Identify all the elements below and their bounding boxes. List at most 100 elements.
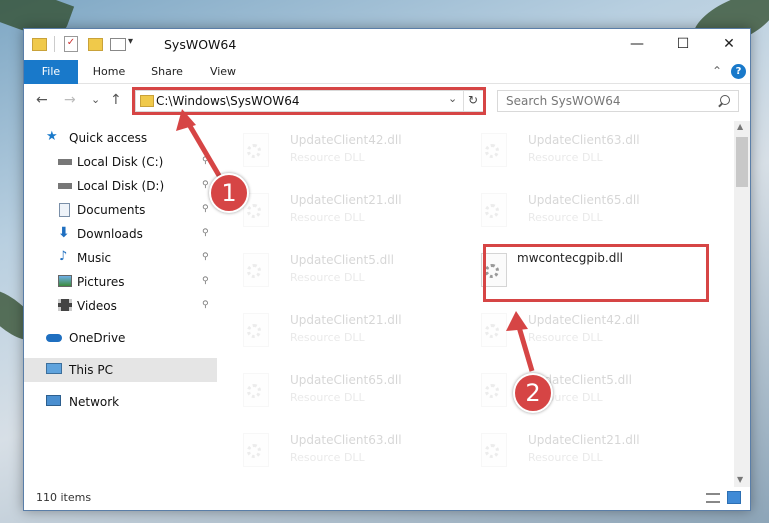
sidebar-item-music[interactable]: ♪ Music ⚲ xyxy=(24,246,217,270)
list-item[interactable]: UpdateClient65.dll Resource DLL xyxy=(229,369,454,425)
sidebar-item-this-pc[interactable]: This PC xyxy=(24,358,217,382)
list-item[interactable]: UpdateClient5.dll Resource DLL xyxy=(229,249,454,305)
recent-locations-button[interactable]: ⌄ xyxy=(91,93,100,106)
sidebar-item-onedrive[interactable]: OneDrive xyxy=(24,326,217,350)
sidebar-item-label: Pictures xyxy=(77,275,125,289)
sidebar-item-label: This PC xyxy=(69,363,113,377)
file-name: UpdateClient42.dll xyxy=(528,313,640,327)
gear-icon xyxy=(247,264,261,278)
sidebar-item-label: OneDrive xyxy=(69,331,126,345)
properties-icon[interactable]: ✓ xyxy=(64,36,78,52)
file-name: UpdateClient21.dll xyxy=(528,433,640,447)
file-name: UpdateClient21.dll xyxy=(290,193,402,207)
gear-icon xyxy=(247,144,261,158)
file-type: Resource DLL xyxy=(528,331,603,344)
vertical-scrollbar[interactable]: ▲ ▼ xyxy=(734,121,750,487)
list-item[interactable]: UpdateClient63.dll Resource DLL xyxy=(229,429,454,485)
file-name: UpdateClient5.dll xyxy=(290,253,394,267)
list-item[interactable]: UpdateClient63.dll Resource DLL xyxy=(467,129,692,185)
pin-icon: ⚲ xyxy=(202,228,209,238)
file-type: Resource DLL xyxy=(290,391,365,404)
file-type: Resource DLL xyxy=(528,211,603,224)
tab-home[interactable]: Home xyxy=(84,60,134,83)
downloads-icon: ⬇ xyxy=(58,225,70,241)
tab-share[interactable]: Share xyxy=(141,60,193,83)
details-view-icon[interactable] xyxy=(706,493,720,503)
scroll-up-icon[interactable]: ▲ xyxy=(737,122,743,131)
gear-icon xyxy=(247,444,261,458)
customize-toolbar-icon[interactable] xyxy=(110,38,126,51)
gear-icon xyxy=(485,144,499,158)
gear-icon xyxy=(247,384,261,398)
sidebar-item-downloads[interactable]: ⬇ Downloads ⚲ xyxy=(24,222,217,246)
sidebar-item-documents[interactable]: Documents ⚲ xyxy=(24,198,217,222)
documents-icon xyxy=(59,203,70,217)
ribbon-collapse-icon[interactable]: ⌃ xyxy=(712,64,722,78)
dll-file-icon xyxy=(243,133,269,167)
title-bar: ✓ ▾ SysWOW64 — ☐ ✕ xyxy=(24,29,750,60)
sidebar-item-pictures[interactable]: Pictures ⚲ xyxy=(24,270,217,294)
gear-icon xyxy=(485,324,499,338)
pin-icon: ⚲ xyxy=(202,276,209,286)
file-name: UpdateClient63.dll xyxy=(528,133,640,147)
toolbar-dropdown-icon[interactable]: ▾ xyxy=(128,36,133,47)
sidebar-item-label: Documents xyxy=(77,203,146,217)
new-folder-icon[interactable] xyxy=(88,38,103,51)
dll-file-icon xyxy=(243,253,269,287)
list-item[interactable]: UpdateClient42.dll Resource DLL xyxy=(229,129,454,185)
tab-view[interactable]: View xyxy=(200,60,246,83)
close-button[interactable]: ✕ xyxy=(706,29,750,60)
list-item[interactable]: UpdateClient21.dll Resource DLL xyxy=(229,189,454,245)
file-name: UpdateClient21.dll xyxy=(290,313,402,327)
list-item[interactable]: UpdateClient21.dll Resource DLL xyxy=(229,309,454,365)
sidebar-item-label: Network xyxy=(69,395,120,409)
help-icon[interactable]: ? xyxy=(731,64,746,79)
dll-file-icon xyxy=(243,433,269,467)
sidebar-item-network[interactable]: Network xyxy=(24,390,217,414)
gear-icon xyxy=(485,384,499,398)
sidebar-item-videos[interactable]: Videos ⚲ xyxy=(24,294,217,318)
search-icon-handle xyxy=(718,102,723,108)
search-placeholder: Search SysWOW64 xyxy=(506,94,621,108)
drive-icon xyxy=(58,183,72,189)
gear-icon xyxy=(485,204,499,218)
file-type: Resource DLL xyxy=(290,331,365,344)
file-name: UpdateClient63.dll xyxy=(290,433,402,447)
file-name: UpdateClient65.dll xyxy=(528,193,640,207)
list-item[interactable]: UpdateClient65.dll Resource DLL xyxy=(467,189,692,245)
file-type: Resource DLL xyxy=(528,151,603,164)
maximize-button[interactable]: ☐ xyxy=(660,29,706,60)
star-icon: ★ xyxy=(46,129,58,144)
dll-file-icon xyxy=(481,373,507,407)
forward-button[interactable]: → xyxy=(64,92,76,108)
search-box[interactable]: Search SysWOW64 xyxy=(497,90,739,112)
up-button[interactable]: ↑ xyxy=(110,92,122,108)
divider xyxy=(54,36,55,52)
file-type: Resource DLL xyxy=(290,151,365,164)
computer-icon xyxy=(46,363,62,374)
file-highlight-box xyxy=(483,244,709,302)
sidebar-item-quick-access[interactable]: ★ Quick access xyxy=(24,126,217,150)
item-count: 110 items xyxy=(36,491,92,504)
back-button[interactable]: ← xyxy=(36,92,48,108)
step-1-badge: 1 xyxy=(209,173,249,213)
dll-file-icon xyxy=(243,373,269,407)
folder-icon[interactable] xyxy=(32,38,47,51)
dll-file-icon xyxy=(481,193,507,227)
minimize-button[interactable]: — xyxy=(614,29,660,60)
step-2-badge: 2 xyxy=(513,373,553,413)
file-type: Resource DLL xyxy=(290,211,365,224)
status-bar: 110 items xyxy=(24,487,750,510)
list-item[interactable]: UpdateClient5.dll Resource DLL xyxy=(467,369,692,425)
sidebar-item-local-disk-d[interactable]: Local Disk (D:) ⚲ xyxy=(24,174,217,198)
address-highlight-box xyxy=(132,87,486,115)
list-item[interactable]: UpdateClient21.dll Resource DLL xyxy=(467,429,692,485)
tiles-view-icon[interactable] xyxy=(727,491,741,504)
pin-icon: ⚲ xyxy=(202,156,209,166)
sidebar-item-label: Music xyxy=(77,251,112,265)
sidebar-item-local-disk-c[interactable]: Local Disk (C:) ⚲ xyxy=(24,150,217,174)
list-item[interactable]: UpdateClient42.dll Resource DLL xyxy=(467,309,692,365)
drive-icon xyxy=(58,159,72,165)
scroll-down-icon[interactable]: ▼ xyxy=(737,475,743,484)
scrollbar-thumb[interactable] xyxy=(736,137,748,187)
